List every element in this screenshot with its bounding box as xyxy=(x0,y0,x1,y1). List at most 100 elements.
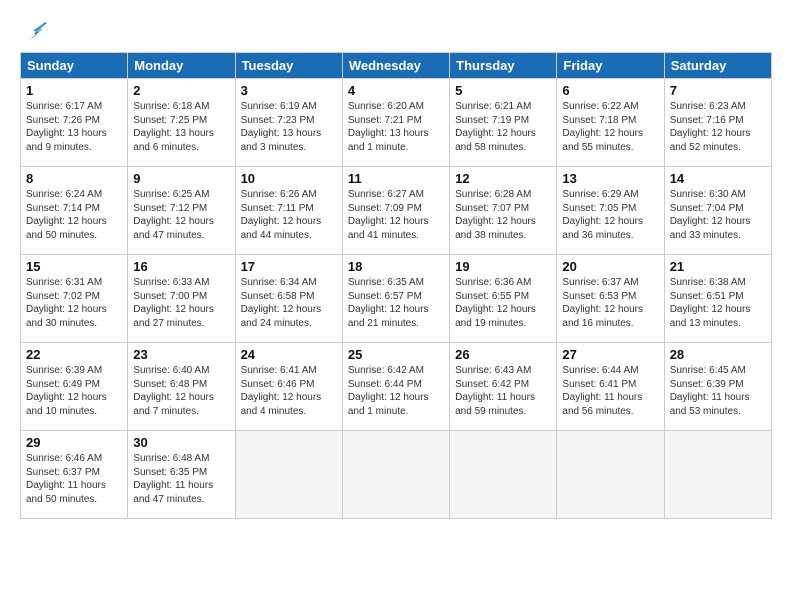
day-number: 1 xyxy=(26,83,122,98)
day-info: Sunrise: 6:38 AM Sunset: 6:51 PM Dayligh… xyxy=(670,276,766,330)
calendar-week-4: 29 Sunrise: 6:46 AM Sunset: 6:37 PM Dayli… xyxy=(21,431,772,519)
calendar-cell: 30 Sunrise: 6:48 AM Sunset: 6:35 PM Dayli… xyxy=(128,431,235,519)
day-number: 17 xyxy=(241,259,337,274)
header xyxy=(20,16,772,44)
day-number: 22 xyxy=(26,347,122,362)
calendar-cell: 1 Sunrise: 6:17 AM Sunset: 7:26 PM Daylig… xyxy=(21,79,128,167)
day-info: Sunrise: 6:46 AM Sunset: 6:37 PM Dayligh… xyxy=(26,452,122,506)
calendar-cell xyxy=(235,431,342,519)
day-info: Sunrise: 6:33 AM Sunset: 7:00 PM Dayligh… xyxy=(133,276,229,330)
calendar-header-sunday: Sunday xyxy=(21,53,128,79)
day-number: 16 xyxy=(133,259,229,274)
calendar-cell: 23 Sunrise: 6:40 AM Sunset: 6:48 PM Dayli… xyxy=(128,343,235,431)
calendar-cell: 6 Sunrise: 6:22 AM Sunset: 7:18 PM Daylig… xyxy=(557,79,664,167)
day-number: 14 xyxy=(670,171,766,186)
day-info: Sunrise: 6:48 AM Sunset: 6:35 PM Dayligh… xyxy=(133,452,229,506)
logo xyxy=(20,16,52,44)
calendar-header-row: SundayMondayTuesdayWednesdayThursdayFrid… xyxy=(21,53,772,79)
calendar-cell: 29 Sunrise: 6:46 AM Sunset: 6:37 PM Dayli… xyxy=(21,431,128,519)
calendar-cell xyxy=(664,431,771,519)
calendar-cell xyxy=(342,431,449,519)
day-info: Sunrise: 6:45 AM Sunset: 6:39 PM Dayligh… xyxy=(670,364,766,418)
day-info: Sunrise: 6:21 AM Sunset: 7:19 PM Dayligh… xyxy=(455,100,551,154)
day-info: Sunrise: 6:28 AM Sunset: 7:07 PM Dayligh… xyxy=(455,188,551,242)
day-number: 29 xyxy=(26,435,122,450)
calendar-cell: 20 Sunrise: 6:37 AM Sunset: 6:53 PM Dayli… xyxy=(557,255,664,343)
calendar-cell: 12 Sunrise: 6:28 AM Sunset: 7:07 PM Dayli… xyxy=(450,167,557,255)
day-info: Sunrise: 6:27 AM Sunset: 7:09 PM Dayligh… xyxy=(348,188,444,242)
calendar-cell: 7 Sunrise: 6:23 AM Sunset: 7:16 PM Daylig… xyxy=(664,79,771,167)
day-info: Sunrise: 6:31 AM Sunset: 7:02 PM Dayligh… xyxy=(26,276,122,330)
day-number: 30 xyxy=(133,435,229,450)
day-number: 3 xyxy=(241,83,337,98)
day-info: Sunrise: 6:44 AM Sunset: 6:41 PM Dayligh… xyxy=(562,364,658,418)
day-info: Sunrise: 6:34 AM Sunset: 6:58 PM Dayligh… xyxy=(241,276,337,330)
page: SundayMondayTuesdayWednesdayThursdayFrid… xyxy=(0,0,792,612)
calendar-header-monday: Monday xyxy=(128,53,235,79)
calendar-cell xyxy=(450,431,557,519)
day-number: 20 xyxy=(562,259,658,274)
calendar-header-wednesday: Wednesday xyxy=(342,53,449,79)
logo-icon xyxy=(20,16,48,44)
day-number: 5 xyxy=(455,83,551,98)
day-info: Sunrise: 6:40 AM Sunset: 6:48 PM Dayligh… xyxy=(133,364,229,418)
calendar-cell: 16 Sunrise: 6:33 AM Sunset: 7:00 PM Dayli… xyxy=(128,255,235,343)
calendar-cell: 28 Sunrise: 6:45 AM Sunset: 6:39 PM Dayli… xyxy=(664,343,771,431)
day-number: 19 xyxy=(455,259,551,274)
calendar-header-saturday: Saturday xyxy=(664,53,771,79)
day-info: Sunrise: 6:23 AM Sunset: 7:16 PM Dayligh… xyxy=(670,100,766,154)
calendar-header-friday: Friday xyxy=(557,53,664,79)
day-number: 21 xyxy=(670,259,766,274)
calendar-cell: 13Sunrise: 6:29 AM Sunset: 7:05 PM Dayli… xyxy=(557,167,664,255)
day-info: Sunrise: 6:20 AM Sunset: 7:21 PM Dayligh… xyxy=(348,100,444,154)
calendar-cell: 27 Sunrise: 6:44 AM Sunset: 6:41 PM Dayli… xyxy=(557,343,664,431)
day-info: Sunrise: 6:36 AM Sunset: 6:55 PM Dayligh… xyxy=(455,276,551,330)
day-number: 9 xyxy=(133,171,229,186)
day-info: Sunrise: 6:19 AM Sunset: 7:23 PM Dayligh… xyxy=(241,100,337,154)
day-info: Sunrise: 6:24 AM Sunset: 7:14 PM Dayligh… xyxy=(26,188,122,242)
calendar-cell: 25Sunrise: 6:42 AM Sunset: 6:44 PM Dayli… xyxy=(342,343,449,431)
calendar-cell: 19 Sunrise: 6:36 AM Sunset: 6:55 PM Dayli… xyxy=(450,255,557,343)
day-number: 23 xyxy=(133,347,229,362)
calendar-cell xyxy=(557,431,664,519)
day-number: 6 xyxy=(562,83,658,98)
day-number: 10 xyxy=(241,171,337,186)
calendar-cell: 11 Sunrise: 6:27 AM Sunset: 7:09 PM Dayli… xyxy=(342,167,449,255)
calendar: SundayMondayTuesdayWednesdayThursdayFrid… xyxy=(20,52,772,519)
calendar-cell: 21 Sunrise: 6:38 AM Sunset: 6:51 PM Dayli… xyxy=(664,255,771,343)
calendar-cell: 3 Sunrise: 6:19 AM Sunset: 7:23 PM Daylig… xyxy=(235,79,342,167)
day-info: Sunrise: 6:35 AM Sunset: 6:57 PM Dayligh… xyxy=(348,276,444,330)
day-number: 12 xyxy=(455,171,551,186)
calendar-cell: 24 Sunrise: 6:41 AM Sunset: 6:46 PM Dayli… xyxy=(235,343,342,431)
day-number: 13 xyxy=(562,171,658,186)
day-number: 4 xyxy=(348,83,444,98)
day-info: Sunrise: 6:41 AM Sunset: 6:46 PM Dayligh… xyxy=(241,364,337,418)
day-number: 26 xyxy=(455,347,551,362)
calendar-cell: 8Sunrise: 6:24 AM Sunset: 7:14 PM Daylig… xyxy=(21,167,128,255)
day-number: 28 xyxy=(670,347,766,362)
calendar-week-2: 15 Sunrise: 6:31 AM Sunset: 7:02 PM Dayli… xyxy=(21,255,772,343)
calendar-cell: 17 Sunrise: 6:34 AM Sunset: 6:58 PM Dayli… xyxy=(235,255,342,343)
day-number: 18 xyxy=(348,259,444,274)
calendar-header-thursday: Thursday xyxy=(450,53,557,79)
day-info: Sunrise: 6:37 AM Sunset: 6:53 PM Dayligh… xyxy=(562,276,658,330)
day-info: Sunrise: 6:30 AM Sunset: 7:04 PM Dayligh… xyxy=(670,188,766,242)
calendar-cell: 9Sunrise: 6:25 AM Sunset: 7:12 PM Daylig… xyxy=(128,167,235,255)
day-info: Sunrise: 6:43 AM Sunset: 6:42 PM Dayligh… xyxy=(455,364,551,418)
day-number: 15 xyxy=(26,259,122,274)
calendar-cell: 10Sunrise: 6:26 AM Sunset: 7:11 PM Dayli… xyxy=(235,167,342,255)
day-info: Sunrise: 6:22 AM Sunset: 7:18 PM Dayligh… xyxy=(562,100,658,154)
day-info: Sunrise: 6:18 AM Sunset: 7:25 PM Dayligh… xyxy=(133,100,229,154)
calendar-week-0: 1 Sunrise: 6:17 AM Sunset: 7:26 PM Daylig… xyxy=(21,79,772,167)
calendar-cell: 2Sunrise: 6:18 AM Sunset: 7:25 PM Daylig… xyxy=(128,79,235,167)
calendar-week-1: 8Sunrise: 6:24 AM Sunset: 7:14 PM Daylig… xyxy=(21,167,772,255)
calendar-cell: 14 Sunrise: 6:30 AM Sunset: 7:04 PM Dayli… xyxy=(664,167,771,255)
calendar-cell: 22Sunrise: 6:39 AM Sunset: 6:49 PM Dayli… xyxy=(21,343,128,431)
day-info: Sunrise: 6:42 AM Sunset: 6:44 PM Dayligh… xyxy=(348,364,444,418)
day-number: 24 xyxy=(241,347,337,362)
day-number: 11 xyxy=(348,171,444,186)
calendar-cell: 5 Sunrise: 6:21 AM Sunset: 7:19 PM Daylig… xyxy=(450,79,557,167)
day-info: Sunrise: 6:17 AM Sunset: 7:26 PM Dayligh… xyxy=(26,100,122,154)
day-number: 27 xyxy=(562,347,658,362)
day-number: 7 xyxy=(670,83,766,98)
